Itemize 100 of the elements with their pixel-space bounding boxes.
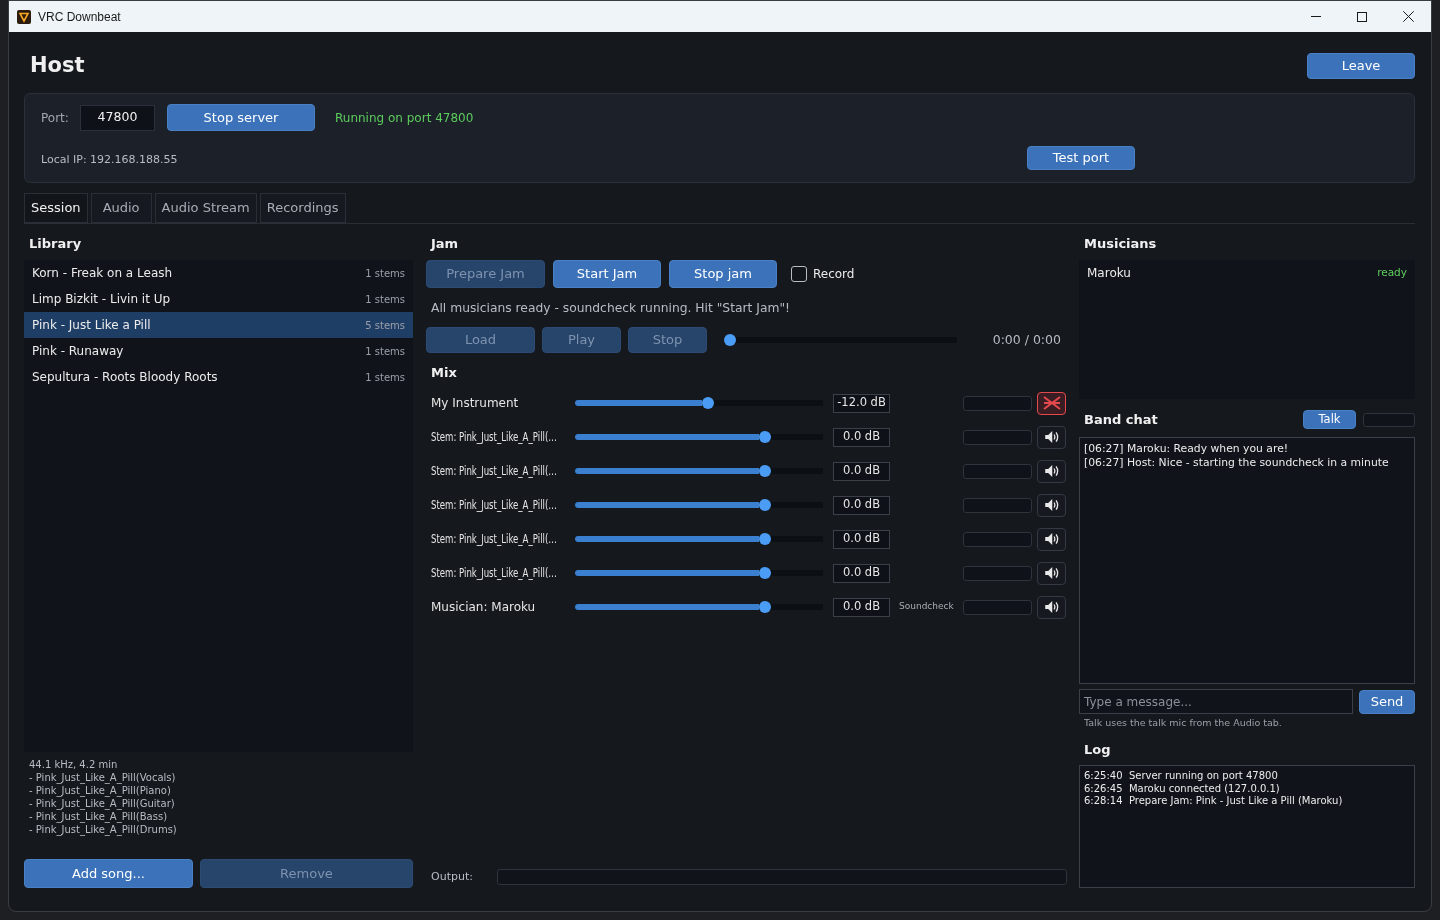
channel-label: Stem: Pink_Just_Like_A_Pill(… xyxy=(431,496,557,515)
test-port-button[interactable]: Test port xyxy=(1027,146,1135,170)
chat-message: [06:27] Maroku: Ready when you are! xyxy=(1084,442,1290,456)
add-song-button[interactable]: Add song... xyxy=(24,859,193,888)
tab[interactable]: Audio xyxy=(90,193,152,223)
cross-icon xyxy=(1042,396,1061,410)
local-ip-text: Local IP: 192.168.188.55 xyxy=(41,153,178,166)
section-heading: Library xyxy=(29,235,82,254)
stem-count: 1 stems xyxy=(365,344,405,359)
speaker-icon xyxy=(1044,465,1059,477)
song-title: Pink - Just Like a Pill xyxy=(32,317,151,334)
mute-button[interactable] xyxy=(1037,493,1066,517)
unmute-button[interactable] xyxy=(1037,391,1066,415)
tab[interactable]: Session xyxy=(24,193,88,223)
volume-value-field[interactable]: -12.0 dB xyxy=(833,393,890,413)
section-heading: Jam xyxy=(431,235,459,254)
song-detail-line: 44.1 kHz, 4.2 min xyxy=(29,758,119,771)
talk-level-meter xyxy=(1363,412,1415,427)
server-status: Running on port 47800 xyxy=(335,109,474,127)
level-meter xyxy=(963,497,1032,513)
talk-button[interactable]: Talk xyxy=(1303,410,1356,429)
level-meter xyxy=(963,531,1032,547)
volume-slider[interactable] xyxy=(575,465,823,477)
volume-value-field[interactable]: 0.0 dB xyxy=(833,597,890,617)
log-line: 6:26:45 Maroku connected (127.0.0.1) xyxy=(1084,782,1281,795)
slider-handle[interactable] xyxy=(759,533,772,545)
chat-hint: Talk uses the talk mic from the Audio tab. xyxy=(1084,715,1282,730)
slider-handle[interactable] xyxy=(759,499,772,511)
channel-label: Musician: Maroku xyxy=(431,599,536,616)
speaker-icon xyxy=(1044,431,1059,443)
page-title: Host xyxy=(29,52,85,80)
volume-slider[interactable] xyxy=(575,533,823,545)
song-item[interactable]: Sepultura - Roots Bloody Roots 1 stems xyxy=(24,364,413,390)
song-detail-line: - Pink_Just_Like_A_Pill(Drums) xyxy=(29,823,178,836)
volume-slider[interactable] xyxy=(575,431,823,443)
maximize-icon xyxy=(1357,11,1367,22)
level-meter xyxy=(963,565,1032,581)
volume-slider[interactable] xyxy=(575,499,823,511)
slider-handle[interactable] xyxy=(724,334,736,346)
stem-count: 1 stems xyxy=(365,266,405,281)
jam-button[interactable]: Start Jam xyxy=(553,260,661,288)
speaker-icon xyxy=(1044,601,1059,613)
tab[interactable]: Audio Stream xyxy=(154,193,257,223)
record-checkbox[interactable] xyxy=(791,266,807,282)
mute-button[interactable] xyxy=(1037,459,1066,483)
song-item[interactable]: Korn - Freak on a Leash 1 stems xyxy=(24,260,413,286)
song-detail-line: - Pink_Just_Like_A_Pill(Vocals) xyxy=(29,771,177,784)
volume-slider[interactable] xyxy=(575,397,823,409)
send-button[interactable]: Send xyxy=(1359,689,1415,714)
song-item[interactable]: Pink - Runaway 1 stems xyxy=(24,338,413,364)
slider-handle[interactable] xyxy=(759,431,772,443)
slider-handle[interactable] xyxy=(759,567,772,579)
mute-button[interactable] xyxy=(1037,527,1066,551)
volume-value-field[interactable]: 0.0 dB xyxy=(833,427,890,447)
message-input[interactable]: Type a message... xyxy=(1079,689,1353,714)
song-title: Limp Bizkit - Livin it Up xyxy=(32,291,171,308)
level-meter xyxy=(963,599,1032,615)
song-detail-line: - Pink_Just_Like_A_Pill(Piano) xyxy=(29,784,172,797)
output-label: Output: xyxy=(431,868,474,885)
level-meter xyxy=(963,429,1032,445)
soundcheck-label: Soundcheck xyxy=(899,600,954,614)
leave-button[interactable]: Leave xyxy=(1307,53,1415,79)
section-heading: Band chat xyxy=(1084,410,1158,429)
musician-status: ready xyxy=(1377,265,1407,281)
speaker-icon xyxy=(1044,567,1059,579)
chat-message: [06:27] Host: Nice - starting the soundcheck in a minute xyxy=(1084,456,1390,470)
window-title: VRC Downbeat xyxy=(38,8,121,26)
playback-slider[interactable] xyxy=(724,334,957,346)
channel-label: Stem: Pink_Just_Like_A_Pill(… xyxy=(431,564,557,583)
song-item[interactable]: Limp Bizkit - Livin it Up 1 stems xyxy=(24,286,413,312)
volume-value-field[interactable]: 0.0 dB xyxy=(833,495,890,515)
volume-value-field[interactable]: 0.0 dB xyxy=(833,563,890,583)
jam-status: All musicians ready - soundcheck running. Hit "Start Jam"! xyxy=(431,299,791,317)
close-icon xyxy=(1402,11,1414,22)
app-logo-icon xyxy=(17,9,31,24)
channel-label: Stem: Pink_Just_Like_A_Pill(… xyxy=(431,530,557,549)
song-detail-line: - Pink_Just_Like_A_Pill(Bass) xyxy=(29,810,169,823)
playback-time: 0:00 / 0:00 xyxy=(992,330,1062,349)
mute-button[interactable] xyxy=(1037,595,1066,619)
mute-button[interactable] xyxy=(1037,425,1066,449)
port-field[interactable]: 47800 xyxy=(80,104,155,131)
volume-slider[interactable] xyxy=(575,567,823,579)
tab[interactable]: Recordings xyxy=(259,193,346,223)
stop-server-button[interactable]: Stop server xyxy=(167,104,315,131)
channel-label: My Instrument xyxy=(431,395,519,412)
volume-value-field[interactable]: 0.0 dB xyxy=(833,461,890,481)
slider-handle[interactable] xyxy=(759,601,772,613)
slider-handle[interactable] xyxy=(759,465,772,477)
volume-value-field[interactable]: 0.0 dB xyxy=(833,529,890,549)
volume-slider[interactable] xyxy=(575,601,823,613)
mute-button[interactable] xyxy=(1037,561,1066,585)
slider-handle[interactable] xyxy=(702,397,715,409)
channel-label: Stem: Pink_Just_Like_A_Pill(… xyxy=(431,428,557,447)
song-detail-line: - Pink_Just_Like_A_Pill(Guitar) xyxy=(29,797,176,810)
song-title: Pink - Runaway xyxy=(32,343,124,360)
log-line: 6:28:14 Prepare Jam: Pink - Just Like a Pill (Maroku) xyxy=(1084,795,1344,808)
song-item[interactable]: Pink - Just Like a Pill 5 stems xyxy=(24,312,413,338)
jam-button[interactable]: Stop jam xyxy=(669,260,777,288)
channel-label: Stem: Pink_Just_Like_A_Pill(… xyxy=(431,462,557,481)
port-label: Port: xyxy=(41,109,70,127)
